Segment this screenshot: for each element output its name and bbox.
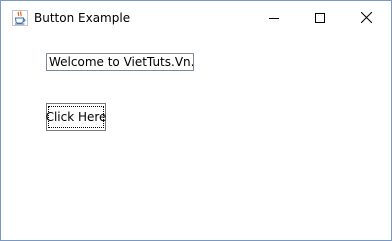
java-coffee-cup-icon [12,10,28,26]
minimize-icon [269,13,279,23]
button-label: Click Here [46,106,106,128]
content-pane: Welcome to VietTuts.Vn. Click Here [1,34,391,240]
maximize-button[interactable] [297,1,343,34]
close-icon [360,12,372,23]
close-button[interactable] [343,1,389,34]
click-here-button[interactable]: Click Here [46,103,106,131]
minimize-button[interactable] [251,1,297,34]
text-field[interactable]: Welcome to VietTuts.Vn. [46,53,194,71]
app-window: Button Example Welcome to VietTuts.Vn. C… [0,0,392,241]
maximize-icon [315,12,325,23]
title-bar[interactable]: Button Example [1,1,391,34]
window-title: Button Example [34,11,131,25]
